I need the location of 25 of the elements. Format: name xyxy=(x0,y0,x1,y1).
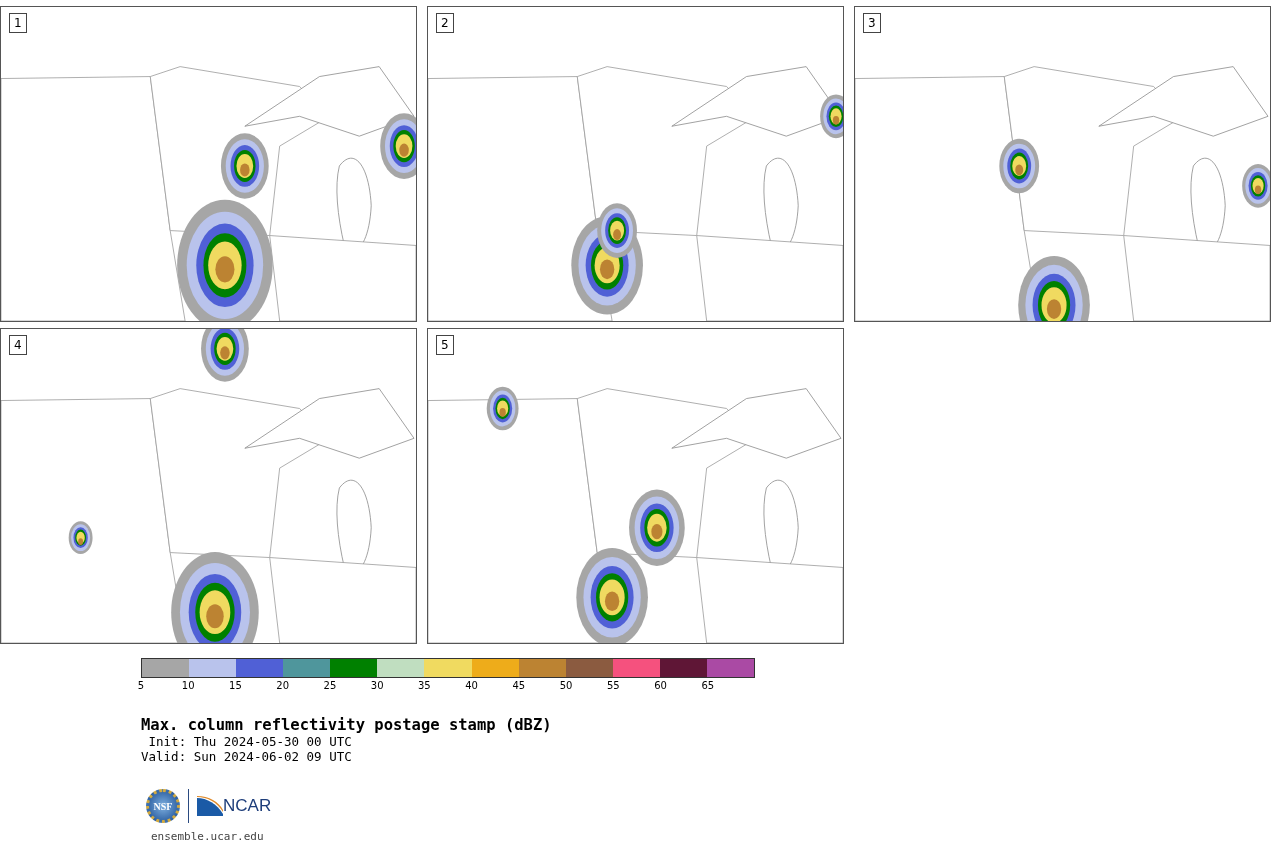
tick-label: 50 xyxy=(559,680,573,691)
tick-label: 65 xyxy=(701,680,715,691)
tick-label: 10 xyxy=(181,680,195,691)
valid-time: Valid: Sun 2024-06-02 09 UTC xyxy=(141,749,353,764)
tick-label: 55 xyxy=(606,680,620,691)
tick-label: 5 xyxy=(137,680,145,691)
tick-label: 40 xyxy=(465,680,478,691)
panel-number: 2 xyxy=(436,13,454,33)
panel-number: 1 xyxy=(9,13,27,33)
panel-number: 3 xyxy=(863,13,881,33)
panel-number: 5 xyxy=(436,335,454,355)
ncar-logo: NCAR xyxy=(223,796,272,816)
tick-label: 25 xyxy=(323,680,337,691)
tick-label: 60 xyxy=(654,680,667,691)
init-time: Init: Thu 2024-05-30 00 UTC xyxy=(147,734,353,749)
tick-label: 45 xyxy=(512,680,526,691)
nsf-logo: NSF xyxy=(146,789,180,823)
panel-number: 4 xyxy=(9,335,27,355)
tick-label: 35 xyxy=(418,680,431,691)
tick-label: 20 xyxy=(276,680,290,691)
tick-label: 15 xyxy=(229,680,242,691)
chart-title: Max. column reflectivity postage stamp (dBZ) xyxy=(141,716,553,734)
tick-label: 30 xyxy=(370,680,384,691)
swoosh-icon xyxy=(197,796,223,816)
site-url: ensemble.ucar.edu xyxy=(151,830,265,843)
